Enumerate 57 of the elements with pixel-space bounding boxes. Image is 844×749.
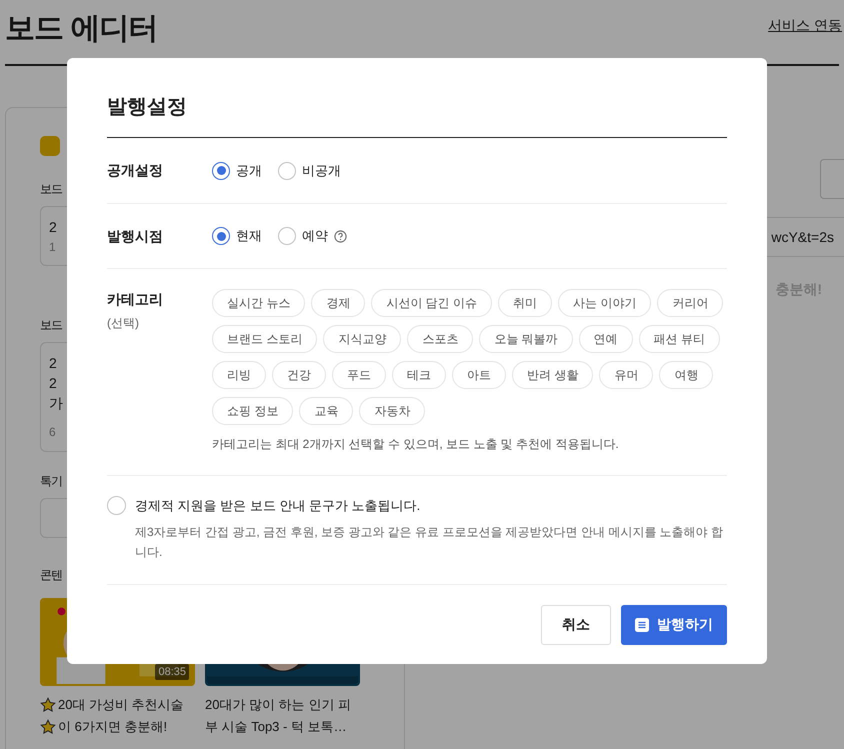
category-chip[interactable]: 푸드 xyxy=(332,361,386,389)
cancel-button[interactable]: 취소 xyxy=(541,604,611,644)
category-chip[interactable]: 여행 xyxy=(659,361,714,389)
document-icon xyxy=(635,618,649,632)
category-chip[interactable]: 테크 xyxy=(392,361,446,389)
setting-label: 공개설정 xyxy=(107,161,164,180)
category-chip[interactable]: 경제 xyxy=(311,289,366,317)
card-title[interactable]: 20대 가성비 추천시술 xyxy=(58,695,184,715)
setting-label: 발행시점 xyxy=(107,226,164,246)
radio-button[interactable] xyxy=(278,162,296,180)
radio-button[interactable] xyxy=(212,227,230,245)
service-link[interactable]: 서비스 연동 xyxy=(768,15,842,36)
board-logo-icon xyxy=(40,136,60,156)
radio-label[interactable]: 비공개 xyxy=(302,160,341,180)
category-chip[interactable]: 실시간 뉴스 xyxy=(212,289,306,317)
tab-box xyxy=(820,159,844,199)
category-chip[interactable]: 스포츠 xyxy=(407,325,474,353)
category-chip[interactable]: 아트 xyxy=(452,361,506,389)
category-chip[interactable]: 자동차 xyxy=(359,397,426,425)
radio-button[interactable] xyxy=(278,227,296,245)
category-chip[interactable]: 취미 xyxy=(498,289,552,317)
optional-label: (선택) xyxy=(107,315,140,332)
category-chip[interactable]: 시선이 담긴 이슈 xyxy=(371,289,492,317)
field-label: 톡기 xyxy=(40,473,62,490)
category-chip[interactable]: 쇼핑 정보 xyxy=(212,397,294,425)
radio-label[interactable]: 공개 xyxy=(236,160,262,180)
category-chip[interactable]: 리빙 xyxy=(212,361,266,389)
category-chip[interactable]: 유머 xyxy=(599,361,654,389)
radio-button[interactable] xyxy=(212,162,230,180)
url-text: wcY&t=2s xyxy=(771,228,834,246)
card-title[interactable]: 부 시술 Top3 - 턱 보톡… xyxy=(205,717,347,737)
category-chip[interactable]: 패션 뷰티 xyxy=(638,325,720,353)
setting-label: 카테고리 xyxy=(107,290,164,309)
field-label: 보드 xyxy=(40,317,62,334)
page-title: 보드 에디터 xyxy=(5,14,158,44)
dialog-title: 발행설정 xyxy=(107,95,188,120)
radio-label[interactable]: 현재 xyxy=(236,226,262,246)
category-chip[interactable]: 사는 이야기 xyxy=(558,289,652,317)
category-chip[interactable]: 교육 xyxy=(299,397,354,425)
checkbox[interactable] xyxy=(107,496,126,516)
category-chip[interactable]: 지식교양 xyxy=(323,325,402,353)
category-chip[interactable]: 오늘 뭐볼까 xyxy=(479,325,573,353)
help-icon[interactable] xyxy=(334,230,347,242)
field-label: 콘텐 xyxy=(40,567,62,584)
field-label: 보드 xyxy=(40,181,62,198)
category-chip[interactable]: 반려 생활 xyxy=(512,361,594,389)
radio-label[interactable]: 예약 xyxy=(302,226,328,246)
category-chip[interactable]: 브랜드 스토리 xyxy=(212,325,318,353)
category-chip[interactable]: 건강 xyxy=(272,361,326,389)
publish-button[interactable]: 발행하기 xyxy=(621,604,727,644)
card-title[interactable]: 이 6가지면 충분해! xyxy=(58,717,168,737)
category-chip[interactable]: 연예 xyxy=(578,325,633,353)
sponsorship-description: 제3자로부터 간접 광고, 금전 후원, 보증 광고와 같은 유료 프로모션을 제공받았다면 안내 메시지를 노출해야 합니다. xyxy=(134,524,724,560)
category-hint: 카테고리는 최대 2개까지 선택할 수 있으며, 보드 노출 및 추천에 적용됩니다. xyxy=(212,436,620,453)
checkbox-label[interactable]: 경제적 지원을 받은 보드 안내 문구가 노출됩니다. xyxy=(135,496,420,516)
category-chip[interactable]: 커리어 xyxy=(657,289,724,317)
card-title[interactable]: 20대가 많이 하는 인기 피 xyxy=(205,695,351,715)
